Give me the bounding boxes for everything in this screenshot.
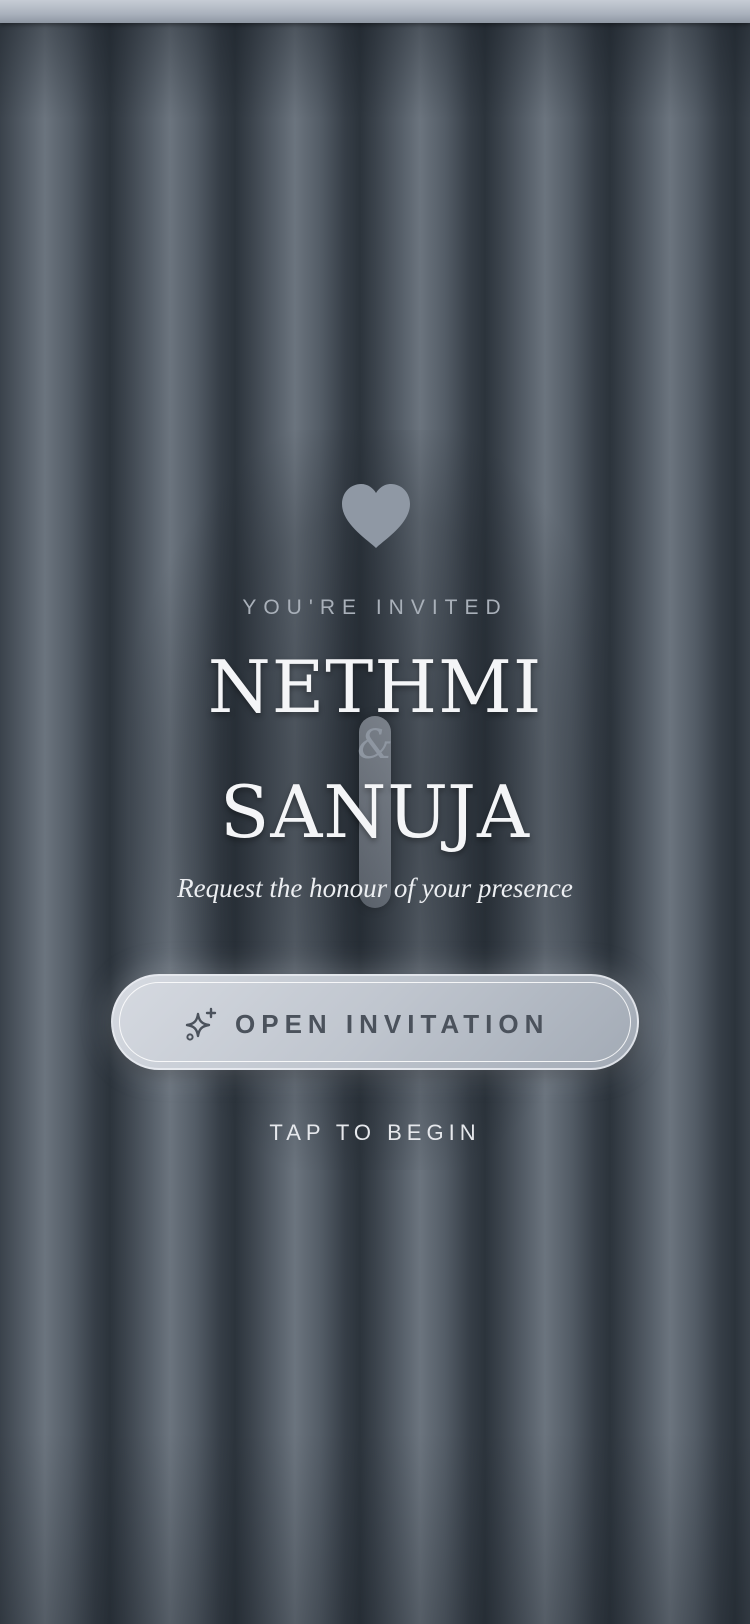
invitation-content: YOU'RE INVITED NETHMI & SANUJA Request t… <box>0 0 750 1624</box>
invitation-subtitle: Request the honour of your presence <box>177 873 573 903</box>
invited-eyebrow: YOU'RE INVITED <box>242 596 508 619</box>
sparkle-icon <box>185 1007 217 1041</box>
invitation-screen: YOU'RE INVITED NETHMI & SANUJA Request t… <box>0 0 750 1624</box>
ampersand: & <box>357 722 393 768</box>
open-invitation-label: OPEN INVITATION <box>235 1009 550 1039</box>
tap-to-begin-hint: TAP TO BEGIN <box>269 1120 481 1145</box>
open-invitation-button[interactable]: OPEN INVITATION <box>111 974 639 1070</box>
heart-icon <box>342 484 410 548</box>
partner-two-name: SANUJA <box>220 770 530 854</box>
